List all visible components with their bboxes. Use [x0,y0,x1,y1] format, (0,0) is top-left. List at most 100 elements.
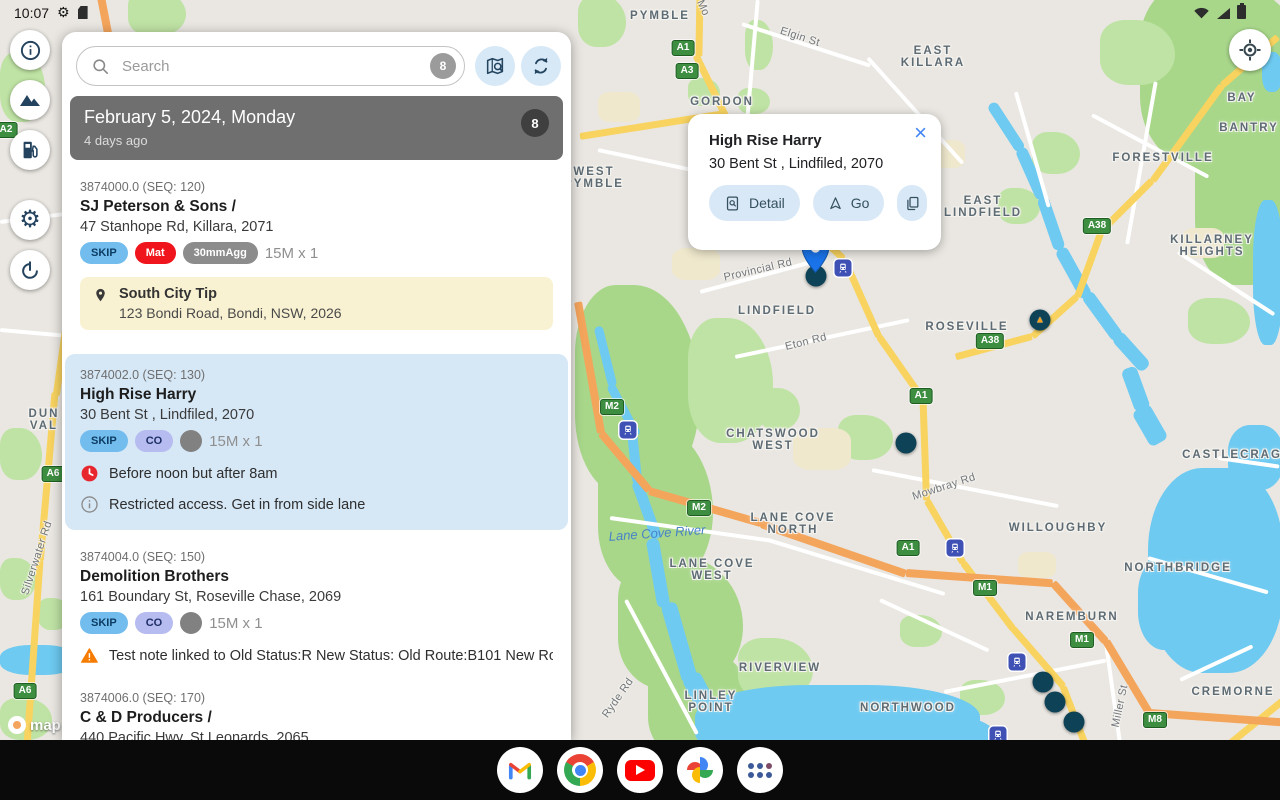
stop-info-popup: × High Rise Harry 30 Bent St , Lindfiled… [688,114,941,250]
stop-address: 440 Pacific Hwy, St Leonards, 2065 [80,730,309,740]
location-pin-icon [96,288,105,302]
road-shield: A38 [975,333,1005,349]
dock-youtube-icon[interactable] [617,747,663,793]
settings-button[interactable]: ⚙ [10,200,50,240]
crosshair-icon [1239,39,1261,61]
info-icon [20,40,40,60]
my-location-button[interactable] [1229,29,1271,71]
status-bar-right [1193,3,1246,19]
copy-button[interactable] [897,185,927,221]
map-view-button[interactable] [475,46,515,86]
stop-list-item[interactable]: 3874000.0 (SEQ: 120) SJ Peterson & Sons … [62,180,571,330]
dock-gmail-icon[interactable] [497,747,543,793]
copy-icon [906,196,919,210]
stop-list-item-selected[interactable]: 3874002.0 (SEQ: 130) High Rise Harry 30 … [65,354,568,530]
app-screen: PYMBLE GORDON EAST KILLARA BAY BANTRY FORESTV… [0,0,1280,800]
date-count-badge: 8 [521,109,549,137]
dock-photos-icon[interactable] [677,747,723,793]
stop-tags: SKIP CO 15M x 1 [80,612,553,634]
date-label: February 5, 2024, Monday [84,107,296,127]
stop-marker-warning[interactable]: ▲ [1029,309,1051,331]
stop-id: 3874000.0 (SEQ: 120) [80,180,206,194]
destination-address: 123 Bondi Road, Bondi, NSW, 2026 [119,305,342,321]
power-icon [22,261,38,279]
stop-address: 161 Boundary St, Roseville Chase, 2069 [80,589,342,605]
app-dock [0,740,1280,800]
detail-button[interactable]: Detail [709,185,800,221]
navigate-icon [830,196,841,209]
wifi-icon [1194,7,1209,19]
dock-app-grid-icon[interactable] [737,747,783,793]
search-row: 8 [62,32,571,86]
sync-button[interactable] [521,46,561,86]
road-shield: M8 [1143,712,1167,728]
map-suburb-label: ROSEVILLE [925,321,1009,333]
stop-address: 30 Bent St , Lindfiled, 2070 [80,407,255,423]
train-station-icon [946,539,964,557]
clock-time: 10:07 [14,4,50,21]
warning-note: Test note linked to Old Status:R New Sta… [80,646,553,665]
road-shield: A3 [675,63,699,79]
stop-list-item[interactable]: 3874006.0 (SEQ: 170) C & D Producers / 4… [62,691,571,740]
map-watermark: map [8,716,61,734]
map-suburb-label: PYMBLE [630,10,690,22]
dock-chrome-icon[interactable] [557,747,603,793]
sync-icon [534,57,548,75]
mountains-icon [20,95,40,106]
stop-quantity: 15M x 1 [264,244,319,262]
power-button[interactable] [10,250,50,290]
close-icon[interactable]: × [914,122,927,144]
train-station-icon [834,259,852,277]
stop-marker[interactable] [1044,691,1066,713]
tag-co: CO [134,612,174,634]
settings-notification-icon: ⚙ [57,4,70,20]
road-shield: A6 [41,466,65,482]
tag-skip: SKIP [80,612,128,634]
map-road-label: Ryde Rd [600,675,636,721]
stop-name: SJ Peterson & Sons / [80,198,236,215]
stop-id: 3874004.0 (SEQ: 150) [80,550,206,564]
detail-label: Detail [749,195,785,211]
popup-title: High Rise Harry [709,132,822,149]
stop-quantity: 15M x 1 [209,432,263,450]
tag-co: CO [134,430,174,452]
stop-marker[interactable] [1063,711,1085,733]
route-list-panel[interactable]: 8 February 5, 2024, Monday [62,32,571,740]
stop-marker[interactable] [895,432,917,454]
stop-marker[interactable] [1032,671,1054,693]
road-shield: A38 [1082,218,1112,234]
go-button[interactable]: Go [812,185,885,221]
road-shield: A1 [671,40,695,56]
destination-card: South City Tip 123 Bondi Road, Bondi, NS… [80,277,553,330]
fuel-button[interactable] [10,130,50,170]
gear-icon: ⚙ [19,206,41,233]
fuel-pump-icon [23,141,38,159]
note-text: Before noon but after 8am [109,465,278,482]
stop-address: 47 Stanhope Rd, Killara, 2071 [80,219,274,235]
road-shield: A1 [909,388,933,404]
time-note: Before noon but after 8am [80,464,553,483]
go-label: Go [850,195,870,211]
destination-name: South City Tip [119,286,218,302]
access-note: Restricted access. Get in from side lane [80,495,553,514]
stop-name: High Rise Harry [80,386,197,403]
road-shield: A1 [896,540,920,556]
date-header[interactable]: February 5, 2024, Monday 4 days ago 8 [70,96,563,160]
stop-id: 3874006.0 (SEQ: 170) [80,691,206,705]
stop-list-item[interactable]: 3874004.0 (SEQ: 150) Demolition Brothers… [62,550,571,665]
gallery-button[interactable] [10,80,50,120]
search-bar[interactable]: 8 [76,46,465,86]
tag-skip: SKIP [80,242,128,264]
map-suburb-label: WILLOUGHBY [1008,522,1108,534]
tag-empty [180,612,203,634]
marker-warning-icon: ▲ [1035,314,1045,325]
tag-aggregate: 30mmAgg [182,242,258,264]
date-ago-label: 4 days ago [84,133,148,148]
train-station-icon [619,421,637,439]
road-shield: M1 [973,580,997,596]
stop-name: C & D Producers / [80,709,212,726]
road-shield: M2 [687,500,711,516]
info-button[interactable] [10,30,50,70]
search-input[interactable] [120,56,420,76]
map-suburb-label: EAST KILLARA [900,45,966,69]
